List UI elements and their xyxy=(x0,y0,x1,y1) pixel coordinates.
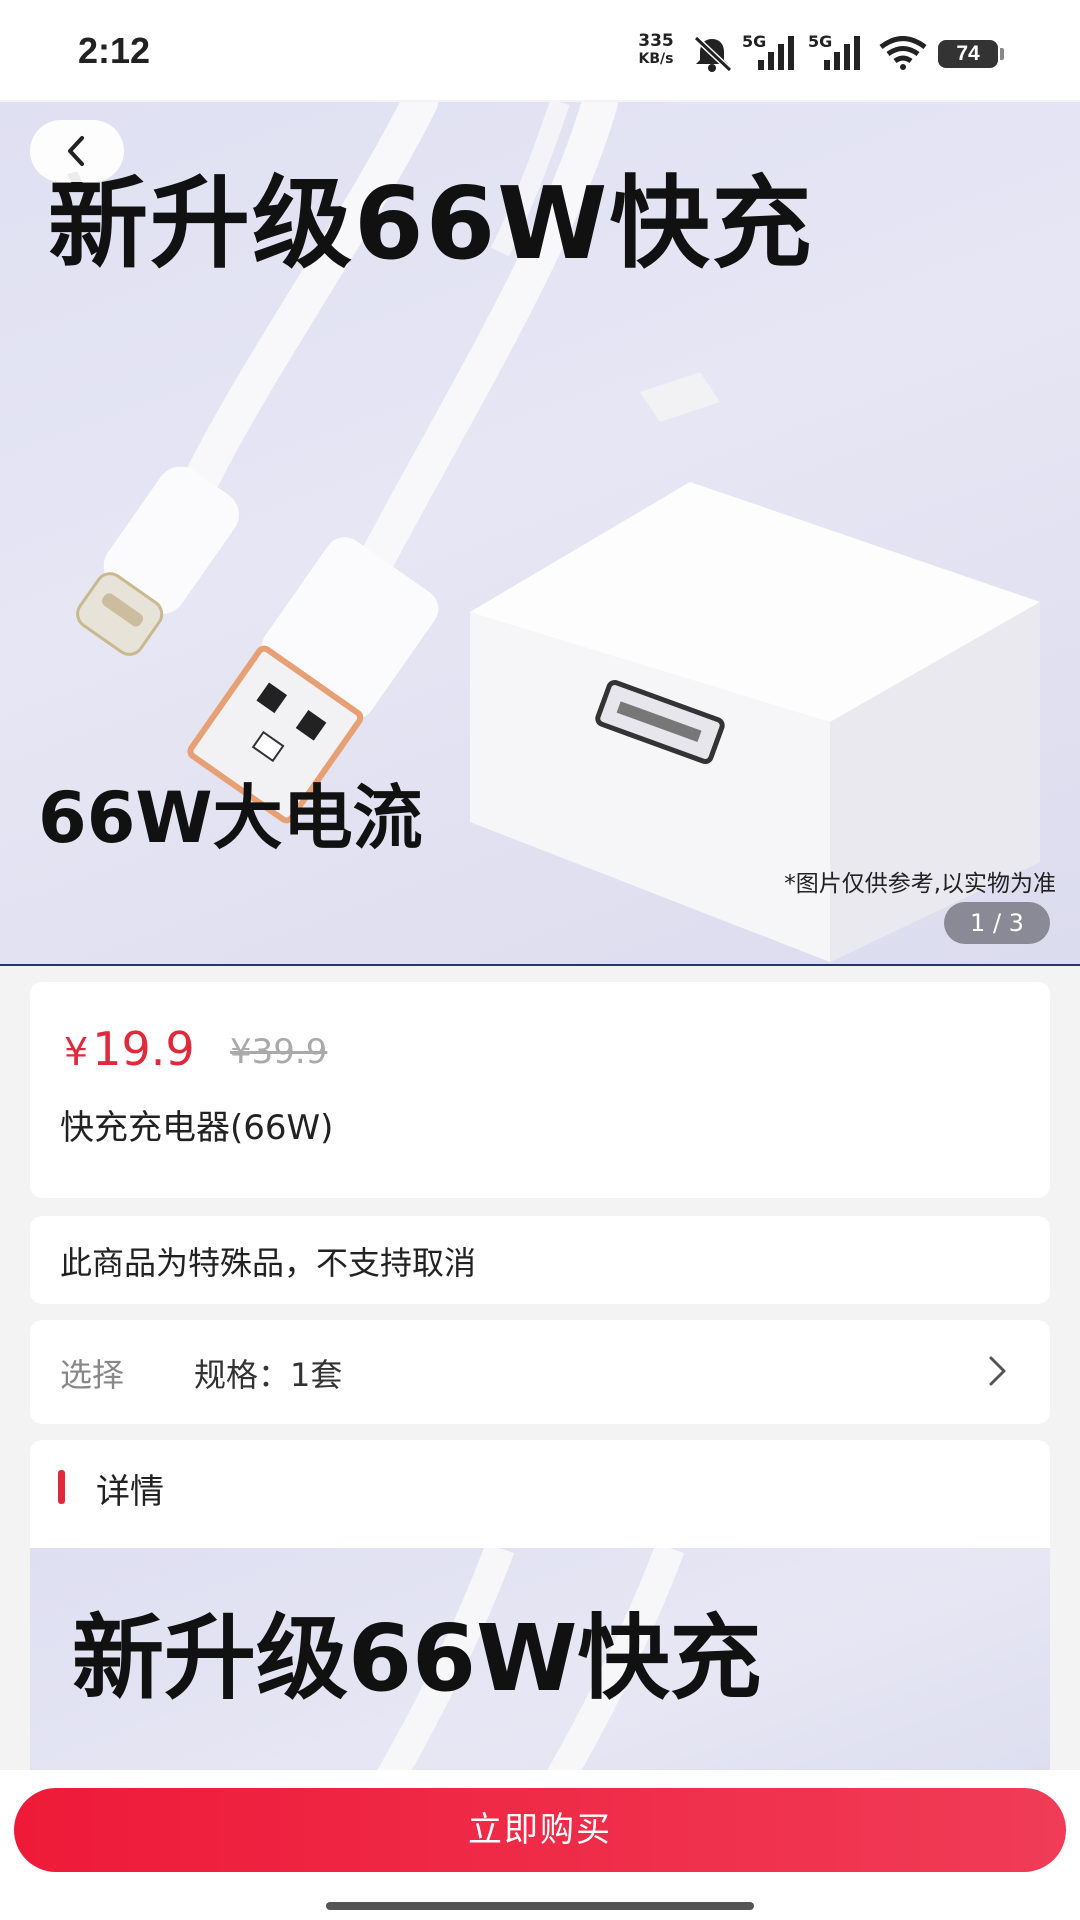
product-name: 快充充电器(66W) xyxy=(60,1108,334,1148)
price-value: 19.9 xyxy=(92,1022,195,1076)
network-speed-value: 335 xyxy=(638,31,674,51)
hero-headline: 新升级66W快充 xyxy=(48,165,814,282)
select-label: 选择 xyxy=(60,1356,125,1394)
product-image-carousel[interactable]: 新升级66W快充 66W大电流 *图片仅供参考,以实物为准 1 / 3 xyxy=(0,102,1080,966)
detail-image: 新升级66W快充 xyxy=(30,1548,1050,1778)
back-button[interactable] xyxy=(30,120,124,182)
bottom-action-bar: 立即购买 xyxy=(0,1770,1080,1920)
status-time: 2:12 xyxy=(78,30,151,71)
status-bar: 2:12 335 KB/s 5G 5G 74 xyxy=(0,0,1080,100)
detail-title: 详情 xyxy=(96,1472,164,1512)
back-arrow-icon xyxy=(68,136,84,166)
battery-indicator: 74 xyxy=(938,40,1004,68)
hero-subheadline: 66W大电流 xyxy=(38,777,423,859)
price-card: ¥19.9 ¥39.9 快充充电器(66W) xyxy=(30,982,1050,1198)
network-speed: 335 KB/s xyxy=(630,32,682,68)
home-indicator[interactable] xyxy=(326,1902,754,1910)
mute-bell-icon xyxy=(690,34,734,78)
spec-value: 规格：1套 xyxy=(194,1356,343,1394)
buy-now-button[interactable]: 立即购买 xyxy=(14,1788,1066,1872)
wifi-icon xyxy=(878,36,928,74)
chevron-right-icon xyxy=(989,1356,1006,1386)
original-price: ¥39.9 xyxy=(230,1032,328,1072)
currency-symbol: ¥ xyxy=(64,1030,89,1074)
notice-card: 此商品为特殊品，不支持取消 xyxy=(30,1216,1050,1304)
network-speed-unit: KB/s xyxy=(638,51,674,67)
hero-disclaimer: *图片仅供参考,以实物为准 xyxy=(784,871,1056,897)
image-pager: 1 / 3 xyxy=(944,902,1050,944)
detail-accent-bar xyxy=(58,1470,65,1504)
special-item-notice: 此商品为特殊品，不支持取消 xyxy=(60,1244,477,1282)
spec-selector[interactable]: 选择 规格：1套 xyxy=(30,1320,1050,1424)
current-price: ¥19.9 xyxy=(64,1022,195,1076)
detail-image-headline: 新升级66W快充 xyxy=(72,1605,762,1712)
